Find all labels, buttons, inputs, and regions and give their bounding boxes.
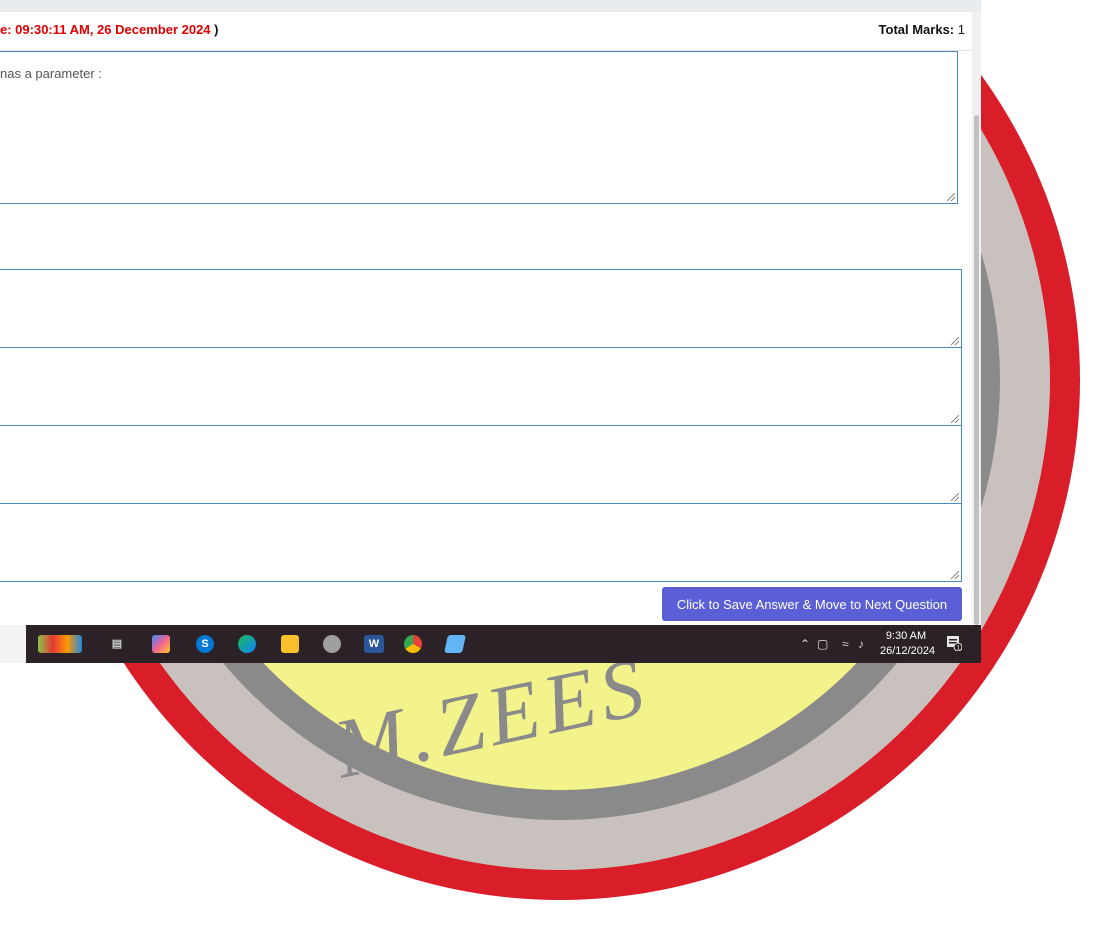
answer-field-1[interactable] [0, 269, 962, 348]
save-next-button[interactable]: Click to Save Answer & Move to Next Ques… [662, 587, 962, 621]
system-clock[interactable]: 9:30 AM 26/12/2024 [880, 629, 936, 659]
resize-grip-icon[interactable] [947, 193, 955, 201]
snip-icon[interactable] [323, 635, 341, 653]
task-view-icon[interactable]: ▤ [108, 635, 126, 653]
tray-chevron-icon[interactable]: ⌃ [800, 637, 810, 651]
wifi-icon[interactable]: ≈ [842, 637, 849, 651]
top-strip [0, 0, 981, 12]
answer-field-3[interactable] [0, 425, 962, 504]
file-explorer-icon[interactable] [281, 635, 299, 653]
clock-time: 9:30 AM [885, 630, 927, 642]
resize-grip-icon[interactable] [951, 571, 959, 579]
edge-icon[interactable] [238, 635, 256, 653]
start-time-paren: ) [214, 22, 219, 37]
start-time: e: 09:30:11 AM, 26 December 2024 ) [0, 22, 219, 37]
exam-window: e: 09:30:11 AM, 26 December 2024 ) Total… [0, 0, 981, 663]
answer-field-2[interactable] [0, 347, 962, 426]
question-box [0, 51, 958, 204]
battery-icon[interactable]: ▢ [817, 637, 828, 651]
gifts-icon[interactable] [38, 635, 82, 653]
copilot-icon[interactable] [152, 635, 170, 653]
total-marks-value: 1 [957, 22, 965, 37]
start-time-text: e: 09:30:11 AM, 26 December 2024 [0, 22, 211, 37]
volume-icon[interactable]: ♪ [858, 637, 864, 651]
skype-icon[interactable]: S [196, 635, 214, 653]
search-box[interactable] [0, 625, 26, 663]
total-marks-label: Total Marks: [878, 22, 955, 37]
chrome-icon[interactable] [404, 635, 422, 653]
scrollbar-thumb[interactable] [974, 115, 979, 625]
resize-grip-icon[interactable] [951, 337, 959, 345]
total-marks: Total Marks: 1 [879, 22, 965, 37]
answer-field-4[interactable] [0, 503, 962, 582]
windows-taskbar: ▤ S W ⌃ ▢ ≈ ♪ 9:30 AM 26/12/2024 1 [0, 625, 981, 663]
notepad-icon[interactable] [444, 635, 466, 653]
word-icon[interactable]: W [364, 635, 384, 653]
resize-grip-icon[interactable] [951, 415, 959, 423]
resize-grip-icon[interactable] [951, 493, 959, 501]
clock-date: 26/12/2024 [880, 645, 936, 657]
question-text: nas a parameter : [0, 66, 102, 81]
notification-icon[interactable]: 1 [946, 635, 962, 651]
